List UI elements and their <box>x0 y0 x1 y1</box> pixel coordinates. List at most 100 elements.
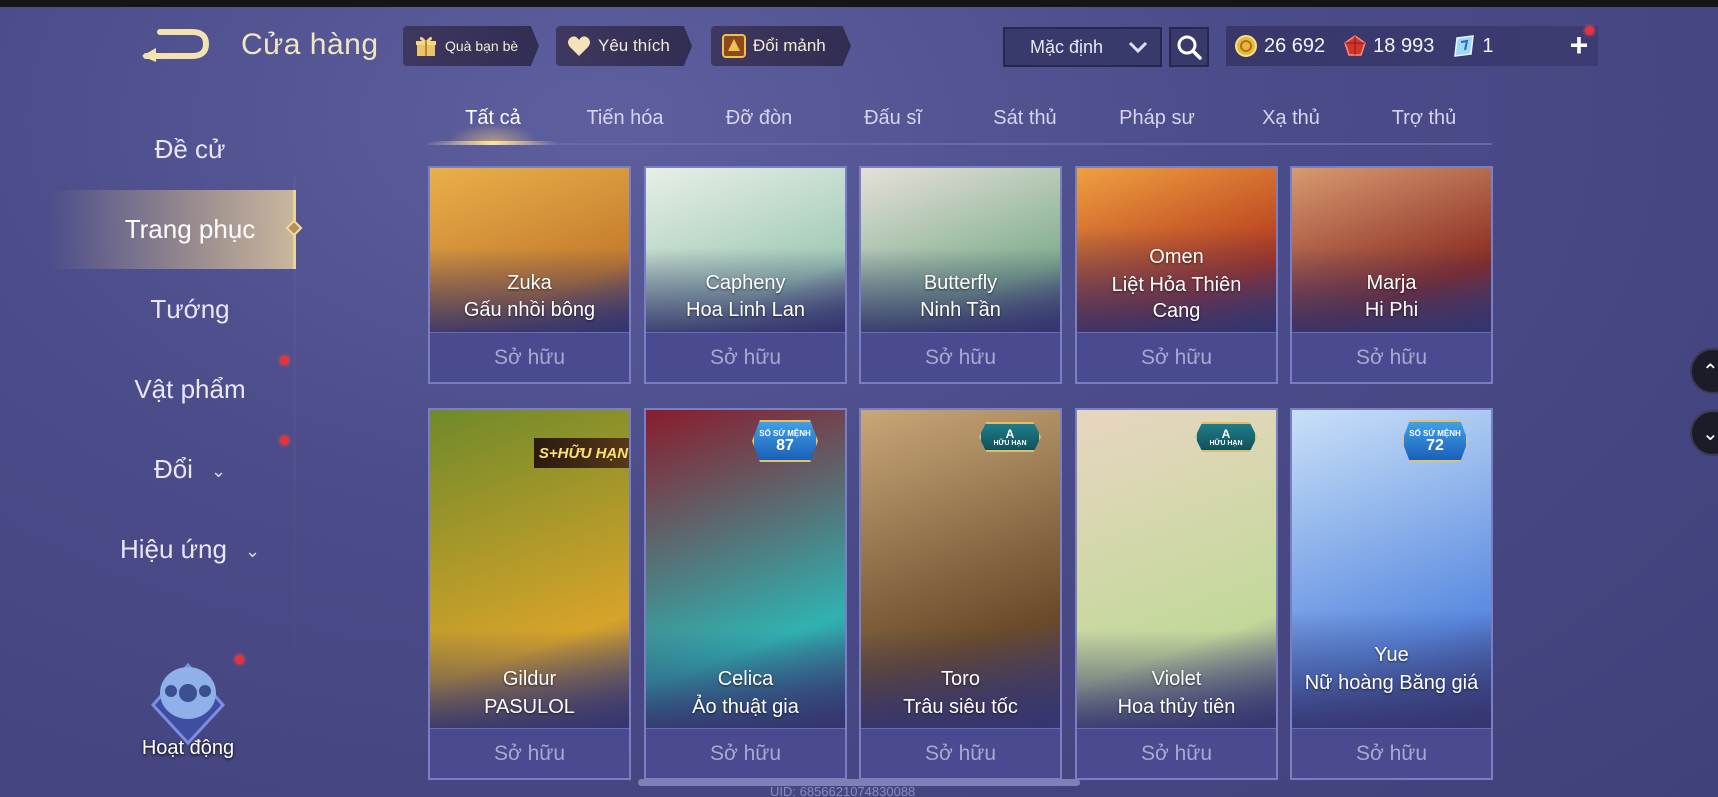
sidebar-item-skins[interactable]: Trang phục <box>100 214 280 245</box>
mission-badge-value: 87 <box>776 436 794 454</box>
owned-status: Sở hữu <box>430 728 629 778</box>
voucher-value: 1 <box>1482 34 1494 57</box>
ruby-value: 18 993 <box>1373 34 1435 57</box>
voucher-currency: 1 <box>1452 34 1493 58</box>
tab-mage[interactable]: Pháp sư <box>1119 107 1195 130</box>
mission-badge: SỐ SỨ MỆNH 72 <box>1402 420 1468 462</box>
sidebar-item-featured[interactable]: Đề cử <box>100 134 280 165</box>
sidebar-item-label: Trang phục <box>124 214 256 244</box>
hero-name: Capheny <box>705 272 786 294</box>
scroll-up-button[interactable]: ⌃ <box>1690 348 1718 394</box>
tab-assassin[interactable]: Sát thủ <box>993 107 1056 130</box>
hero-name: Violet <box>1151 668 1202 690</box>
category-tabs: Tất cả Tiến hóa Đỡ đòn Đấu sĩ Sát thủ Ph… <box>428 95 1492 145</box>
rank-limited: HỮU HẠN <box>1209 439 1243 447</box>
hero-name: Omen <box>1149 246 1204 268</box>
skin-card[interactable]: A HỮU HẠN Toro Trâu siêu tốc Sở hữu <box>859 408 1062 780</box>
sidebar-item-heroes[interactable]: Tướng <box>100 294 280 325</box>
chevron-down-icon: ⌄ <box>244 540 261 561</box>
rank-letter: A <box>1221 426 1231 441</box>
friend-gift-button[interactable]: Quà bạn bè <box>403 26 539 66</box>
back-button[interactable] <box>140 26 210 62</box>
exchange-fragments-button[interactable]: Đổi mảnh <box>711 26 851 66</box>
owned-status: Sở hữu <box>646 332 845 382</box>
owned-status: Sở hữu <box>430 332 629 382</box>
hero-name: Marja <box>1366 272 1417 294</box>
tab-fighter[interactable]: Đấu sĩ <box>864 107 922 130</box>
rank-limited: HỮU HẠN <box>993 439 1027 447</box>
tab-support[interactable]: Trợ thủ <box>1392 107 1457 130</box>
skin-card[interactable]: A HỮU HẠN Violet Hoa thủy tiên Sở hữu <box>1075 408 1278 780</box>
favorites-label: Yêu thích <box>598 36 670 55</box>
exchange-fragments-label: Đổi mảnh <box>753 36 826 55</box>
back-arrow-icon <box>142 29 210 62</box>
owned-status: Sở hữu <box>861 728 1060 778</box>
skin-name: PASULOL <box>484 696 575 718</box>
skin-card[interactable]: Capheny Hoa Linh Lan Sở hữu <box>644 166 847 384</box>
active-tab-underline <box>428 141 558 145</box>
sidebar-item-effects[interactable]: Hiệu ứng ⌄ <box>100 534 280 565</box>
owned-status: Sở hữu <box>1292 728 1491 778</box>
hero-name: Toro <box>941 668 980 690</box>
activity-button[interactable]: Hoạt động <box>133 655 243 760</box>
rank-a-badge: A HỮU HẠN <box>979 422 1041 452</box>
tab-marksman[interactable]: Xạ thủ <box>1262 107 1320 130</box>
exchange-notification-dot <box>280 436 289 445</box>
currency-bar: 26 692 18 993 1 <box>1226 26 1598 66</box>
sort-dropdown[interactable]: Mặc định <box>1003 27 1162 67</box>
sidebar-item-exchange[interactable]: Đổi ⌄ <box>100 454 280 485</box>
owned-status: Sở hữu <box>1077 332 1276 382</box>
skin-card[interactable]: Omen Liệt Hỏa Thiên Cang Sở hữu <box>1075 166 1278 384</box>
skin-card[interactable]: SỐ SỨ MỆNH 87 Celica Ảo thuật gia Sở hữu <box>644 408 847 780</box>
hero-name: Yue <box>1374 644 1409 666</box>
sidebar-item-label: Đổi <box>153 454 193 484</box>
skin-name: Hi Phi <box>1364 299 1419 321</box>
skin-card[interactable]: Butterfly Ninh Tần Sở hữu <box>859 166 1062 384</box>
activity-notification-dot <box>235 655 244 664</box>
heart-icon <box>566 33 592 59</box>
owned-status: Sở hữu <box>1077 728 1276 778</box>
mission-badge-value: 72 <box>1426 436 1444 454</box>
hero-name: Zuka <box>507 272 552 294</box>
chevron-down-icon: ⌄ <box>210 460 227 481</box>
search-button[interactable] <box>1169 27 1209 67</box>
page-title: Cửa hàng <box>241 28 379 61</box>
favorites-button[interactable]: Yêu thích <box>556 26 692 66</box>
scroll-down-button[interactable]: ⌄ <box>1690 410 1718 456</box>
sidebar-item-label: Đề cử <box>154 134 226 164</box>
gift-icon <box>413 33 439 59</box>
friend-gift-label: Quà bạn bè <box>445 38 519 54</box>
chevron-down-icon <box>1128 41 1148 53</box>
ruby-icon <box>1344 35 1367 56</box>
fragment-icon <box>721 33 747 59</box>
owned-status: Sở hữu <box>1292 332 1491 382</box>
tab-all[interactable]: Tất cả <box>465 107 521 130</box>
skin-card[interactable]: SỐ SỨ MỆNH 72 Yue Nữ hoàng Băng giá Sở h… <box>1290 408 1493 780</box>
skin-card[interactable]: Zuka Gấu nhồi bông Sở hữu <box>428 166 631 384</box>
search-icon <box>1177 35 1202 60</box>
owned-status: Sở hữu <box>646 728 845 778</box>
ruby-currency: 18 993 <box>1343 34 1434 58</box>
topup-notification-dot <box>1585 26 1594 35</box>
skin-card[interactable]: Marja Hi Phi Sở hữu <box>1290 166 1493 384</box>
rank-a-badge: A HỮU HẠN <box>1195 422 1257 452</box>
sidebar-item-label: Vật phẩm <box>134 374 246 404</box>
sidebar-item-items[interactable]: Vật phẩm <box>100 374 280 405</box>
top-bar <box>0 0 1718 7</box>
hero-name: Butterfly <box>923 272 998 294</box>
skin-name: Nữ hoàng Băng giá <box>1304 672 1479 694</box>
uid-text: UID: 6856621074830088 <box>770 784 916 797</box>
hero-name: Gildur <box>502 668 557 690</box>
skin-name: Hoa thủy tiên <box>1117 696 1236 718</box>
chevron-down-icon: ⌄ <box>1702 422 1718 445</box>
owned-status: Sở hữu <box>861 332 1060 382</box>
items-notification-dot <box>280 356 289 365</box>
skin-name: Gấu nhồi bông <box>463 299 596 321</box>
mission-badge: SỐ SỨ MỆNH 87 <box>752 420 818 462</box>
gold-currency: 26 692 <box>1234 34 1325 58</box>
tab-evolution[interactable]: Tiến hóa <box>586 107 663 130</box>
skin-name: Hoa Linh Lan <box>686 299 805 321</box>
skin-card[interactable]: S+HỮU HẠN Gildur PASULOL Sở hữu <box>428 408 631 780</box>
tab-tank[interactable]: Đỡ đòn <box>726 107 792 130</box>
hero-name: Celica <box>717 668 774 690</box>
